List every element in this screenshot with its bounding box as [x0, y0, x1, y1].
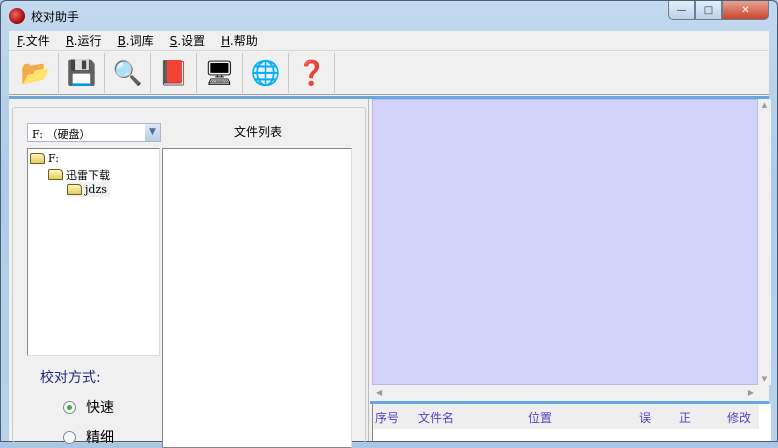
col-wrong[interactable]: 误 [639, 409, 651, 426]
node-label: jdzs [85, 183, 107, 196]
menu-bar: F.文件 R.运行 B.词库 S.设置 H.帮助 [9, 31, 769, 51]
table-header: 序号 文件名 位置 误 正 修改 [373, 404, 759, 429]
col-correct[interactable]: 正 [679, 409, 691, 426]
node-label: F: [48, 152, 59, 165]
radio-fine[interactable]: 精细 [63, 427, 114, 447]
maximize-button[interactable]: □ [695, 1, 722, 20]
tree-node[interactable]: 迅雷下载 [48, 167, 110, 182]
col-position[interactable]: 位置 [528, 409, 552, 426]
scroll-left-icon[interactable]: ◀ [376, 388, 382, 397]
vertical-scrollbar[interactable]: ▲ ▼ [758, 99, 771, 385]
results-table[interactable]: 序号 文件名 位置 误 正 修改 [372, 404, 771, 441]
left-panel: F: （硬盘） ▼ F: 迅雷下载 jdzs 文件列表 校对方式: 快速 精细 [9, 99, 369, 448]
horizontal-scrollbar[interactable]: ◀ ▶ [372, 385, 758, 400]
radio-button[interactable] [63, 400, 76, 414]
file-list-label: 文件列表 [233, 125, 282, 139]
minimize-button[interactable]: — [668, 1, 695, 20]
window-frame: 校对助手 — □ ✕ F.文件 R.运行 B.词库 S.设置 H.帮助 📂 💾 … [0, 0, 778, 448]
open-folder-icon[interactable]: 📂 [13, 52, 59, 93]
text-preview-area[interactable] [372, 99, 758, 385]
radio-label: 精细 [86, 430, 114, 446]
window-title: 校对助手 [31, 9, 80, 24]
client-area: F.文件 R.运行 B.词库 S.设置 H.帮助 📂 💾 🔍 📕 🖥 🌐 ❓ F… [9, 31, 771, 448]
search-dictionary-icon[interactable]: 🔍 [105, 52, 151, 93]
toolbar: 📂 💾 🔍 📕 🖥 🌐 ❓ [9, 51, 769, 95]
menu-file[interactable]: F.文件 [17, 32, 50, 49]
mode-label: 校对方式: [40, 370, 101, 386]
scroll-down-icon[interactable]: ▼ [758, 375, 771, 383]
file-list[interactable] [162, 148, 352, 448]
col-modify[interactable]: 修改 [727, 409, 751, 426]
drive-select[interactable]: F: （硬盘） ▼ [27, 123, 161, 142]
folder-icon [30, 153, 45, 164]
scroll-right-icon[interactable]: ▶ [748, 388, 754, 397]
radio-label: 快速 [86, 400, 114, 416]
tree-node[interactable]: F: [30, 151, 59, 166]
chevron-down-icon[interactable]: ▼ [145, 124, 160, 141]
drive-value: F: （硬盘） [32, 128, 91, 141]
help-book-icon[interactable]: ❓ [289, 52, 335, 93]
menu-run[interactable]: R.运行 [66, 32, 102, 49]
app-icon [9, 8, 25, 24]
folder-icon [67, 184, 82, 195]
folder-tree[interactable]: F: 迅雷下载 jdzs [27, 148, 160, 356]
radio-fast[interactable]: 快速 [63, 397, 114, 417]
computer-icon[interactable]: 🖥 [197, 52, 243, 93]
close-button[interactable]: ✕ [722, 1, 769, 20]
menu-help[interactable]: H.帮助 [221, 32, 258, 49]
scroll-up-icon[interactable]: ▲ [758, 101, 771, 109]
col-index[interactable]: 序号 [375, 409, 399, 426]
col-filename[interactable]: 文件名 [418, 409, 454, 426]
title-bar: 校对助手 [9, 5, 79, 27]
save-icon[interactable]: 💾 [59, 52, 105, 93]
folder-icon [48, 169, 63, 180]
network-icon[interactable]: 🌐 [243, 52, 289, 93]
node-label: 迅雷下载 [66, 168, 110, 182]
menu-dictionary[interactable]: B.词库 [118, 32, 154, 49]
menu-settings[interactable]: S.设置 [170, 32, 205, 49]
red-book-icon[interactable]: 📕 [151, 52, 197, 93]
tree-node[interactable]: jdzs [67, 182, 110, 197]
